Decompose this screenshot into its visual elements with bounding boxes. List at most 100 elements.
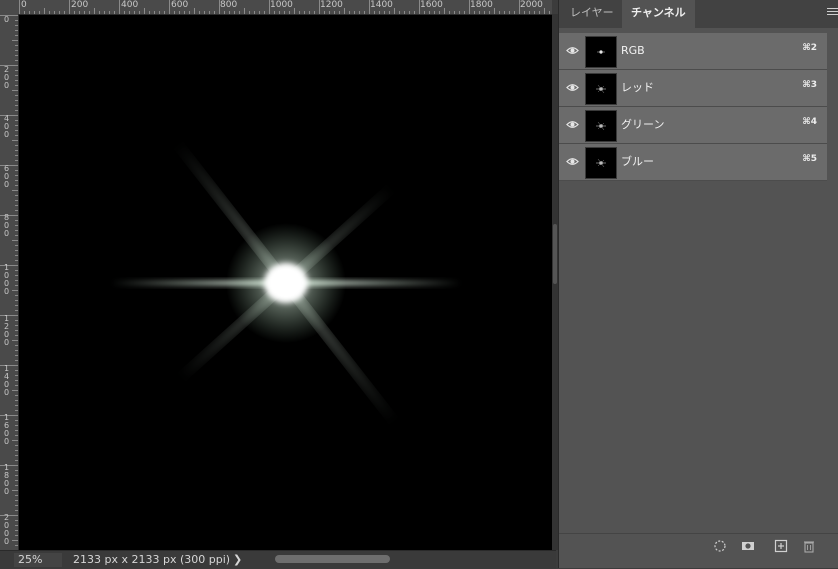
- ruler-tick: [459, 11, 460, 14]
- load-selection-icon[interactable]: [712, 538, 728, 554]
- ruler-tick: [449, 11, 450, 14]
- channel-row-rgb[interactable]: RGB ⌘2: [559, 33, 827, 70]
- ruler-tick: [349, 11, 350, 14]
- ruler-label: 2000: [3, 513, 10, 546]
- ruler-tick: [394, 8, 395, 14]
- channels-panel: レイヤー チャンネル RGB ⌘2 レッド ⌘3 グリーン ⌘4 ブルー ⌘5: [558, 0, 838, 568]
- ruler-tick: [134, 11, 135, 14]
- channel-row-green[interactable]: グリーン ⌘4: [559, 107, 827, 144]
- document-size-info: 2133 px x 2133 px (300 ppi): [73, 553, 231, 566]
- ruler-tick: [169, 0, 170, 14]
- ruler-tick: [194, 8, 195, 14]
- ruler-tick: [15, 520, 18, 521]
- ruler-label: 800: [3, 213, 10, 238]
- eye-icon[interactable]: [566, 118, 579, 131]
- ruler-tick: [184, 11, 185, 14]
- ruler-tick: [12, 90, 18, 91]
- ruler-label: 400: [3, 114, 10, 139]
- channel-thumbnail: [585, 147, 617, 179]
- ruler-tick: [164, 11, 165, 14]
- ruler-tick: [15, 100, 18, 101]
- ruler-tick: [15, 325, 18, 326]
- scrollbar-thumb[interactable]: [553, 224, 557, 284]
- ruler-tick: [12, 340, 18, 341]
- ruler-tick: [39, 11, 40, 14]
- ruler-tick: [15, 385, 18, 386]
- ruler-tick: [124, 11, 125, 14]
- ruler-label: 600: [171, 0, 189, 10]
- ruler-tick: [89, 11, 90, 14]
- ruler-tick: [15, 80, 18, 81]
- ruler-tick: [359, 11, 360, 14]
- vertical-ruler[interactable]: 0 200 400 600 800 1000 1200 1400 1600 18…: [0, 14, 19, 550]
- ruler-tick: [12, 140, 18, 141]
- channel-row-blue[interactable]: ブルー ⌘5: [559, 144, 827, 181]
- new-channel-icon[interactable]: [773, 538, 789, 554]
- ruler-tick: [494, 8, 495, 14]
- ruler-tick: [304, 11, 305, 14]
- eye-icon[interactable]: [566, 44, 579, 57]
- ruler-tick: [15, 220, 18, 221]
- tab-layers[interactable]: レイヤー: [561, 0, 623, 28]
- ruler-tick: [15, 545, 18, 546]
- zoom-level-field[interactable]: 25%: [14, 553, 62, 567]
- ruler-tick: [509, 11, 510, 14]
- ruler-tick: [354, 11, 355, 14]
- ruler-tick: [15, 35, 18, 36]
- channel-list: RGB ⌘2 レッド ⌘3 グリーン ⌘4 ブルー ⌘5: [559, 33, 827, 181]
- ruler-tick: [149, 11, 150, 14]
- ruler-tick: [514, 11, 515, 14]
- save-selection-icon[interactable]: [740, 538, 756, 554]
- horizontal-scrollbar-thumb[interactable]: [275, 555, 390, 563]
- document-canvas[interactable]: [19, 15, 552, 550]
- ruler-label: 0: [21, 0, 27, 10]
- channel-name: RGB: [621, 44, 645, 57]
- ruler-tick: [12, 440, 18, 441]
- ruler-tick: [234, 11, 235, 14]
- channel-shortcut: ⌘3: [802, 80, 817, 90]
- ruler-tick: [279, 11, 280, 14]
- ruler-tick: [15, 535, 18, 536]
- ruler-tick: [15, 500, 18, 501]
- panel-footer: [559, 533, 838, 558]
- ruler-tick: [424, 11, 425, 14]
- ruler-tick: [15, 110, 18, 111]
- eye-icon[interactable]: [566, 155, 579, 168]
- ruler-tick: [15, 330, 18, 331]
- ruler-tick: [15, 235, 18, 236]
- ruler-tick: [15, 85, 18, 86]
- channel-row-red[interactable]: レッド ⌘3: [559, 70, 827, 107]
- ruler-label: 800: [220, 0, 238, 10]
- horizontal-ruler[interactable]: 0 200 400 600 800 1000 1200 1400 1600 18…: [0, 0, 552, 15]
- ruler-tick: [69, 0, 70, 14]
- eye-icon[interactable]: [566, 81, 579, 94]
- ruler-tick: [329, 11, 330, 14]
- ruler-tick: [15, 285, 18, 286]
- ruler-tick: [15, 380, 18, 381]
- ruler-label: 1200: [320, 0, 343, 10]
- ruler-tick: [15, 45, 18, 46]
- delete-icon[interactable]: [801, 538, 817, 554]
- channel-shortcut: ⌘2: [802, 43, 817, 53]
- ruler-tick: [294, 8, 295, 14]
- ruler-tick: [12, 390, 18, 391]
- ruler-tick: [15, 30, 18, 31]
- ruler-tick: [15, 145, 18, 146]
- ruler-tick: [15, 280, 18, 281]
- ruler-tick: [524, 11, 525, 14]
- star-flare-image: [111, 143, 461, 423]
- ruler-tick: [12, 240, 18, 241]
- status-menu-arrow-icon[interactable]: ❯: [233, 553, 242, 567]
- ruler-tick: [239, 11, 240, 14]
- ruler-label: 1400: [370, 0, 393, 10]
- ruler-tick: [114, 11, 115, 14]
- ruler-tick: [15, 470, 18, 471]
- ruler-tick: [284, 11, 285, 14]
- ruler-tick: [12, 190, 18, 191]
- panel-menu-icon[interactable]: [827, 8, 838, 18]
- ruler-tick: [119, 0, 120, 14]
- ruler-tick: [12, 40, 18, 41]
- ruler-label: 1000: [3, 263, 10, 296]
- tab-channels[interactable]: チャンネル: [622, 0, 695, 28]
- channel-name: グリーン: [621, 118, 665, 131]
